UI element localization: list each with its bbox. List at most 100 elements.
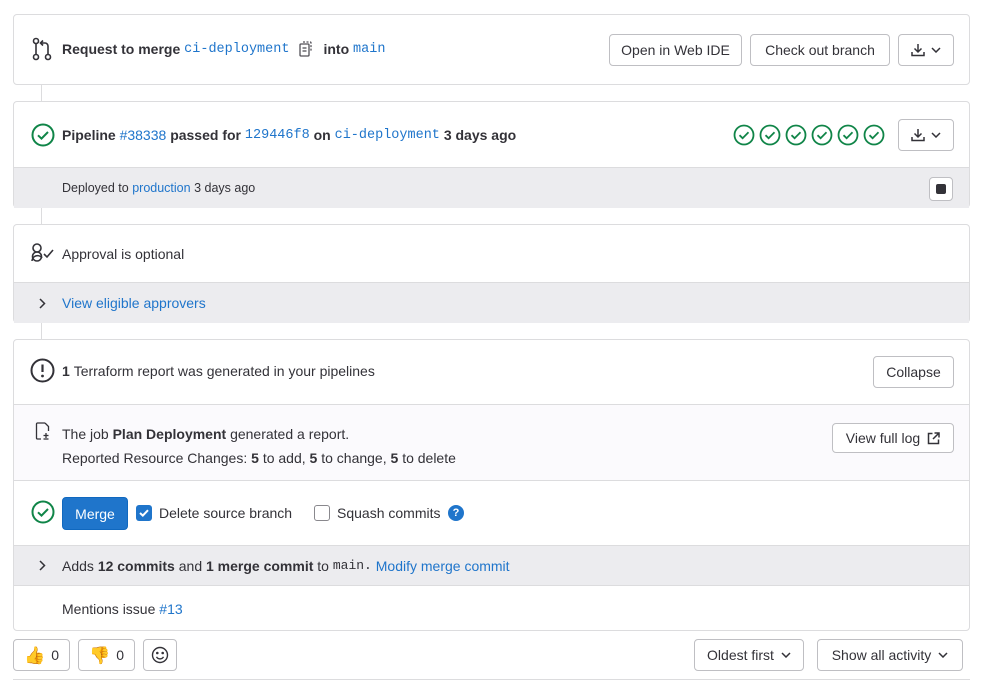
change-label: to change, xyxy=(321,450,387,466)
eligible-approvers-row[interactable]: View eligible approvers xyxy=(14,282,969,323)
delete-source-branch-label[interactable]: Delete source branch xyxy=(159,505,292,521)
source-branch-link[interactable]: ci-deployment xyxy=(184,42,289,57)
merge-button[interactable]: Merge xyxy=(62,497,128,530)
terraform-report-count: 1 xyxy=(62,363,70,379)
adds-label: Adds xyxy=(62,557,94,574)
footer-divider xyxy=(13,679,970,680)
target-branch-name: main. xyxy=(332,558,372,573)
stage-passed-icon[interactable] xyxy=(733,124,755,146)
to-label: to xyxy=(317,557,329,574)
stage-passed-icon[interactable] xyxy=(759,124,781,146)
delete-label: to delete xyxy=(402,450,456,466)
external-link-icon xyxy=(927,431,940,445)
terraform-job-section: The job Plan Deployment generated a repo… xyxy=(14,404,969,480)
artifacts-dropdown-button[interactable] xyxy=(898,119,954,151)
timeline-connector xyxy=(41,322,42,340)
warning-icon xyxy=(30,358,55,386)
mentions-label: Mentions issue xyxy=(62,600,156,617)
chevron-right-icon[interactable] xyxy=(39,298,46,309)
target-branch-link[interactable]: main xyxy=(353,42,385,57)
sort-dropdown[interactable]: Oldest first xyxy=(694,639,804,671)
delete-count: 5 xyxy=(390,450,399,466)
sort-label: Oldest first xyxy=(707,647,774,663)
merge-request-header-card: Request to merge ci-deployment into main… xyxy=(13,14,970,85)
pipeline-passed-icon[interactable] xyxy=(31,123,55,150)
thumbs-up-button[interactable]: 👍 0 xyxy=(13,639,70,671)
job-name: Plan Deployment xyxy=(112,426,227,442)
thumbs-down-count: 0 xyxy=(116,647,124,663)
chevron-down-icon xyxy=(781,652,791,658)
approval-status-text: Approval is optional xyxy=(62,246,185,262)
activity-filter-label: Show all activity xyxy=(831,647,932,663)
squash-commits-label[interactable]: Squash commits xyxy=(337,505,440,521)
deployed-to-label: Deployed to xyxy=(62,181,129,195)
add-label: to add, xyxy=(262,450,306,466)
issue-link[interactable]: #13 xyxy=(159,601,182,617)
add-reaction-button[interactable] xyxy=(143,639,177,671)
view-eligible-approvers-link[interactable]: View eligible approvers xyxy=(62,295,206,311)
merge-request-icon xyxy=(31,37,53,61)
smiley-icon xyxy=(151,646,169,664)
pipeline-stages xyxy=(733,124,885,146)
and-label: and xyxy=(178,557,203,574)
view-full-log-label: View full log xyxy=(845,430,921,446)
commit-count: 12 commits xyxy=(97,557,175,574)
merge-widget-card: 1 Terraform report was generated in your… xyxy=(13,339,970,631)
change-count: 5 xyxy=(309,450,318,466)
commits-info-row: Adds 12 commits and 1 merge commit to ma… xyxy=(14,545,969,585)
commit-sha-link[interactable]: 129446f8 xyxy=(245,128,310,143)
timeline-connector xyxy=(41,207,42,225)
stage-passed-icon[interactable] xyxy=(811,124,833,146)
stage-passed-icon[interactable] xyxy=(785,124,807,146)
download-icon xyxy=(911,128,925,142)
merge-request-label: Request to merge xyxy=(62,41,181,57)
job-prefix: The job xyxy=(62,426,109,442)
delete-source-branch-checkbox[interactable] xyxy=(136,505,152,521)
environment-link[interactable]: production xyxy=(132,181,190,195)
copy-branch-icon[interactable] xyxy=(299,41,313,57)
into-label: into xyxy=(323,41,350,57)
collapse-button[interactable]: Collapse xyxy=(873,356,954,388)
check-out-branch-button[interactable]: Check out branch xyxy=(750,34,890,66)
timeline-connector xyxy=(41,84,42,102)
approval-icon xyxy=(30,242,56,267)
file-diff-icon xyxy=(35,422,51,443)
job-suffix: generated a report. xyxy=(230,426,350,442)
mentions-row: Mentions issue #13 xyxy=(14,585,969,631)
pipeline-label: Pipeline xyxy=(62,127,116,143)
chevron-down-icon xyxy=(938,652,948,658)
on-label: on xyxy=(313,127,331,143)
squash-commits-checkbox[interactable] xyxy=(314,505,330,521)
open-web-ide-button[interactable]: Open in Web IDE xyxy=(609,34,742,66)
approval-card: Approval is optional View eligible appro… xyxy=(13,224,970,323)
chevron-down-icon xyxy=(931,132,941,138)
stop-environment-button[interactable] xyxy=(929,177,953,201)
thumbs-up-icon: 👍 xyxy=(24,645,46,665)
thumbs-up-count: 0 xyxy=(51,647,59,663)
stage-passed-icon[interactable] xyxy=(837,124,859,146)
view-full-log-button[interactable]: View full log xyxy=(832,423,954,453)
download-dropdown-button[interactable] xyxy=(898,34,954,66)
pipeline-time: 3 days ago xyxy=(443,127,517,143)
thumbs-down-button[interactable]: 👎 0 xyxy=(78,639,135,671)
deployment-time: 3 days ago xyxy=(194,181,256,195)
add-count: 5 xyxy=(251,450,259,466)
pipeline-branch-link[interactable]: ci-deployment xyxy=(335,128,440,143)
thumbs-down-icon: 👎 xyxy=(89,645,111,665)
download-icon xyxy=(911,43,925,57)
stop-icon xyxy=(936,184,946,194)
deployment-row: Deployed to production 3 days ago xyxy=(14,167,969,208)
merge-actions-row: Merge Delete source branch Squash commit… xyxy=(14,480,969,545)
merge-commit-count: 1 merge commit xyxy=(206,557,314,574)
help-icon[interactable]: ? xyxy=(448,505,464,521)
resource-changes-label: Reported Resource Changes: xyxy=(62,450,248,466)
passed-for-label: passed for xyxy=(170,127,241,143)
stage-passed-icon[interactable] xyxy=(863,124,885,146)
pipeline-card: Pipeline #38338 passed for 129446f8 on c… xyxy=(13,101,970,208)
modify-merge-commit-link[interactable]: Modify merge commit xyxy=(376,558,510,574)
chevron-down-icon xyxy=(931,47,941,53)
chevron-right-icon[interactable] xyxy=(39,560,46,571)
terraform-report-text: Terraform report was generated in your p… xyxy=(73,363,375,379)
pipeline-id-link[interactable]: #38338 xyxy=(120,127,167,143)
activity-filter-dropdown[interactable]: Show all activity xyxy=(817,639,963,671)
